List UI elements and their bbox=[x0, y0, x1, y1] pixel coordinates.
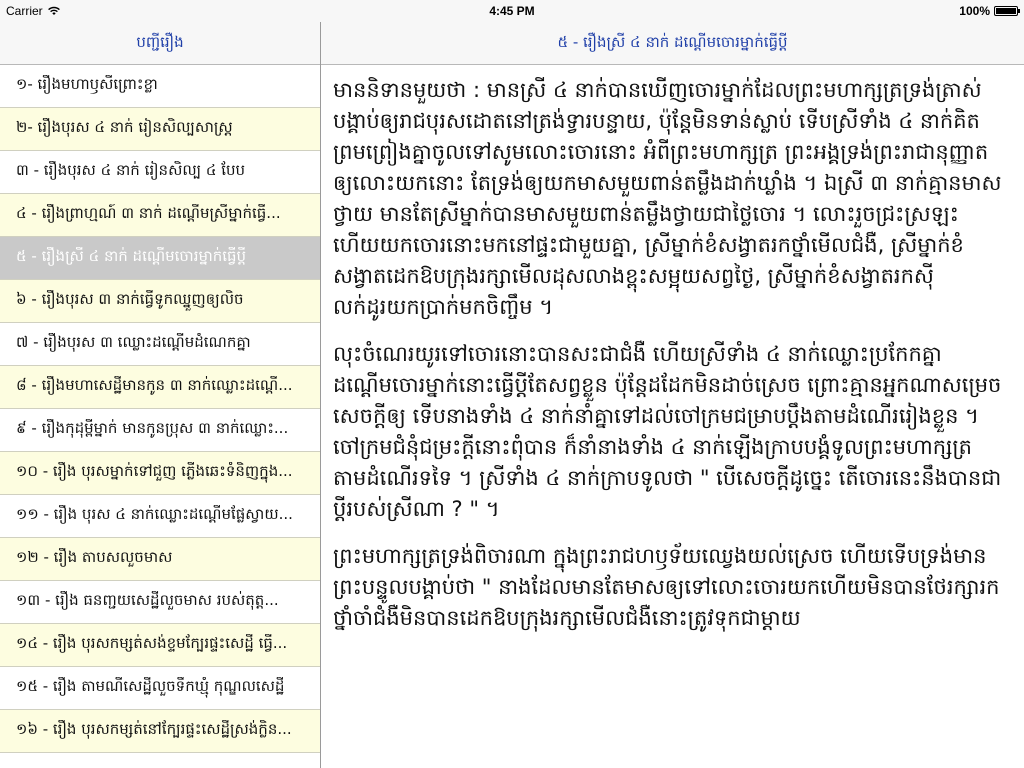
story-list-item-label: ៨ - រឿងមហាសេដ្ឋីមានកូន ៣ នាក់ឈ្លោះដណ្ដើ.… bbox=[16, 376, 293, 394]
story-list-item-label: ១៤ - រឿង បុរសកម្សត់សង់ខ្ទមក្បែរផ្ទះសេដ្ឋ… bbox=[16, 634, 288, 652]
story-list-item-label: ១១ - រឿង បុរស ៤ នាក់ឈ្លោះដណ្ដើមផ្លែស្វាយ… bbox=[16, 505, 293, 523]
story-list-item[interactable]: ២- រឿងបុរស ៤ នាក់ រៀនសិល្បសាស្ត្រ bbox=[0, 108, 320, 151]
story-list-item[interactable]: ១- រឿងមហាឫសីព្រោះខ្លា bbox=[0, 65, 320, 108]
story-list-item-label: ៤ - រឿងព្រាហ្មណ៍ ៣ នាក់ ដណ្ដើមស្រីម្នាក់… bbox=[16, 204, 281, 222]
story-text-view[interactable]: មាននិទានមួយថា : មានស្រី ៤ នាក់បានឃើញចោរម… bbox=[321, 65, 1024, 768]
story-list-item-label: ១៣ - រឿង ធនញ្ជយសេដ្ឋីលួចមាស របស់តុត្ត... bbox=[16, 591, 279, 609]
story-list-item-label: ៧ - រឿងបុរស ៣ ឈ្លោះដណ្ដើមដំណេកគ្នា bbox=[16, 333, 251, 351]
story-list-item[interactable]: ៩ - រឿងកុដុម្ពីម្នាក់ មានកូនប្រុស ៣ នាក់… bbox=[0, 409, 320, 452]
story-paragraph: លុះចំណេរយូរទៅចោរនោះបានសះជាជំងឺ ហើយស្រីទា… bbox=[333, 342, 1002, 521]
detail-title: ៥ - រឿងស្រី ៤ នាក់ ដណ្តើមចោរម្នាក់ធ្វើប្… bbox=[557, 33, 788, 51]
story-list-item[interactable]: ១៥ - រឿង តាមណីសេដ្ឋីលួចទឹកឃ្មុំ កុណ្ឌលសេ… bbox=[0, 667, 320, 710]
story-list-item[interactable]: ៣ - រឿងបុរស ៤ នាក់ រៀនសិល្ប ៤ បែប bbox=[0, 151, 320, 194]
story-list-item[interactable]: ៨ - រឿងមហាសេដ្ឋីមានកូន ៣ នាក់ឈ្លោះដណ្ដើ.… bbox=[0, 366, 320, 409]
story-list-item-label: ១២ - រឿង តាបសលួចមាស bbox=[16, 548, 173, 566]
battery-percent: 100% bbox=[959, 4, 990, 18]
story-list-item-label: ១០ - រឿង បុរសម្នាក់ទៅជួញ ភ្លើងឆេះទំនិញក្… bbox=[16, 462, 293, 480]
status-time: 4:45 PM bbox=[489, 4, 535, 18]
story-list-item[interactable]: ១១ - រឿង បុរស ៤ នាក់ឈ្លោះដណ្ដើមផ្លែស្វាយ… bbox=[0, 495, 320, 538]
story-list-item[interactable]: ៧ - រឿងបុរស ៣ ឈ្លោះដណ្ដើមដំណេកគ្នា bbox=[0, 323, 320, 366]
detail-nav-bar: ៥ - រឿងស្រី ៤ នាក់ ដណ្តើមចោរម្នាក់ធ្វើប្… bbox=[321, 22, 1024, 65]
story-list-item[interactable]: ១០ - រឿង បុរសម្នាក់ទៅជួញ ភ្លើងឆេះទំនិញក្… bbox=[0, 452, 320, 495]
battery-icon bbox=[994, 6, 1020, 16]
story-list-item-label: ២- រឿងបុរស ៤ នាក់ រៀនសិល្បសាស្ត្រ bbox=[16, 118, 233, 136]
story-list-item-label: ៩ - រឿងកុដុម្ពីម្នាក់ មានកូនប្រុស ៣ នាក់… bbox=[16, 419, 289, 437]
story-list-item-label: ៥ - រឿងស្រី ៤ នាក់ ដណ្តើមចោរម្នាក់ធ្វើប្… bbox=[16, 247, 247, 265]
story-list-item-label: ១- រឿងមហាឫសីព្រោះខ្លា bbox=[16, 75, 158, 93]
story-list-item-label: ១៥ - រឿង តាមណីសេដ្ឋីលួចទឹកឃ្មុំ កុណ្ឌលសេ… bbox=[16, 677, 285, 695]
battery-fill bbox=[996, 8, 1016, 14]
story-list-item[interactable]: ១៣ - រឿង ធនញ្ជយសេដ្ឋីលួចមាស របស់តុត្ត... bbox=[0, 581, 320, 624]
story-paragraph: មាននិទានមួយថា : មានស្រី ៤ នាក់បានឃើញចោរម… bbox=[333, 78, 1002, 319]
story-list-item[interactable]: ៥ - រឿងស្រី ៤ នាក់ ដណ្តើមចោរម្នាក់ធ្វើប្… bbox=[0, 237, 320, 280]
status-bar: Carrier 4:45 PM 100% bbox=[0, 0, 1024, 22]
story-list-item[interactable]: ១៤ - រឿង បុរសកម្សត់សង់ខ្ទមក្បែរផ្ទះសេដ្ឋ… bbox=[0, 624, 320, 667]
story-paragraph: ព្រះមហាក្សត្រទ្រង់ពិចារណា ក្នុងព្រះរាជហឫ… bbox=[333, 544, 1000, 630]
status-right: 100% bbox=[959, 4, 1020, 18]
master-nav-bar: បញ្ជីរឿង bbox=[0, 22, 320, 65]
story-list-item[interactable]: ៦ - រឿងបុរស ៣ នាក់ធ្វើទូកឈ្នួញឲ្យលិច bbox=[0, 280, 320, 323]
story-list-item[interactable]: ១២ - រឿង តាបសលួចមាស bbox=[0, 538, 320, 581]
story-list-item[interactable]: ៤ - រឿងព្រាហ្មណ៍ ៣ នាក់ ដណ្ដើមស្រីម្នាក់… bbox=[0, 194, 320, 237]
story-list-item-label: ១៦ - រឿង បុរសកម្សត់នៅក្បែរផ្ទះសេដ្ឋីស្រង… bbox=[16, 720, 292, 738]
master-title: បញ្ជីរឿង bbox=[136, 33, 184, 51]
story-list[interactable]: ១- រឿងមហាឫសីព្រោះខ្លា២- រឿងបុរស ៤ នាក់ រ… bbox=[0, 65, 320, 768]
story-list-item-label: ៣ - រឿងបុរស ៤ នាក់ រៀនសិល្ប ៤ បែប bbox=[16, 161, 246, 179]
story-list-item[interactable]: ១៦ - រឿង បុរសកម្សត់នៅក្បែរផ្ទះសេដ្ឋីស្រង… bbox=[0, 710, 320, 753]
story-list-item-label: ៦ - រឿងបុរស ៣ នាក់ធ្វើទូកឈ្នួញឲ្យលិច bbox=[16, 290, 244, 308]
